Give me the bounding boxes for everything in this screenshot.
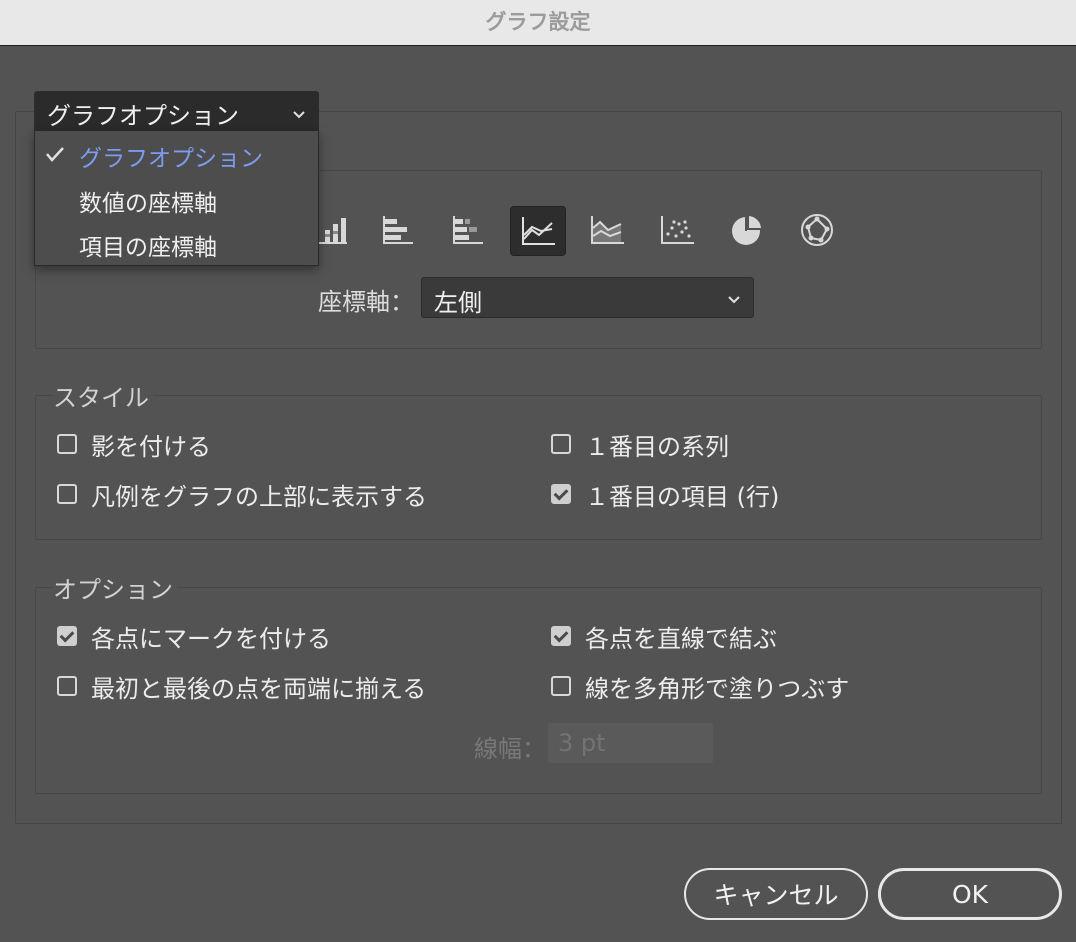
connect-lines-checkbox-row[interactable]: 各点を直線で結ぶ — [551, 621, 777, 653]
style-group-title: スタイル — [53, 378, 153, 413]
connect-lines-label: 各点を直線で結ぶ — [585, 624, 777, 653]
axis-label: 座標軸： — [318, 288, 414, 316]
mark-points-checkbox[interactable] — [57, 626, 77, 646]
first-item-checkbox-row[interactable]: １番目の項目 (行) — [551, 479, 780, 511]
fill-lines-checkbox[interactable] — [551, 676, 571, 696]
first-series-label: １番目の系列 — [585, 432, 729, 461]
menu-item-category-axis[interactable]: 項目の座標軸 — [79, 228, 217, 262]
scatter-chart-icon[interactable] — [650, 206, 704, 254]
shadow-label: 影を付ける — [91, 432, 211, 461]
first-series-checkbox[interactable] — [551, 434, 571, 454]
menu-item-value-axis[interactable]: 数値の座標軸 — [79, 184, 217, 218]
axis-select[interactable]: 左側 — [421, 277, 754, 318]
chevron-down-icon — [292, 105, 306, 124]
mark-points-label: 各点にマークを付ける — [91, 624, 331, 653]
first-item-label: １番目の項目 (行) — [585, 482, 780, 511]
fill-lines-label: 線を多角形で塗りつぶす — [585, 674, 850, 703]
line-width-label: 線幅： — [474, 735, 546, 763]
window-title: グラフ設定 — [485, 10, 591, 34]
section-select[interactable]: グラフオプション — [34, 91, 319, 132]
area-chart-icon[interactable] — [580, 206, 634, 254]
stacked-bar-chart-icon[interactable] — [440, 206, 494, 254]
first-item-checkbox[interactable] — [551, 484, 571, 504]
legend-top-label: 凡例をグラフの上部に表示する — [91, 482, 427, 511]
line-width-value: 3 pt — [558, 729, 606, 757]
pie-chart-icon[interactable] — [720, 206, 774, 254]
connect-lines-checkbox[interactable] — [551, 626, 571, 646]
shadow-checkbox-row[interactable]: 影を付ける — [57, 429, 211, 461]
mark-points-checkbox-row[interactable]: 各点にマークを付ける — [57, 621, 331, 653]
radar-chart-icon[interactable] — [790, 206, 844, 254]
fill-lines-checkbox-row[interactable]: 線を多角形で塗りつぶす — [551, 671, 850, 703]
shadow-checkbox[interactable] — [57, 434, 77, 454]
options-group-title: オプション — [53, 570, 177, 605]
section-select-value: グラフオプション — [47, 102, 239, 130]
first-series-checkbox-row[interactable]: １番目の系列 — [551, 429, 729, 461]
axis-select-value: 左側 — [434, 289, 482, 317]
line-width-field: 3 pt — [548, 723, 713, 763]
style-group — [35, 395, 1042, 540]
cancel-button[interactable]: キャンセル — [684, 868, 868, 920]
edge-to-edge-label: 最初と最後の点を両端に揃える — [91, 674, 427, 703]
title-bar: グラフ設定 — [0, 0, 1076, 46]
edge-to-edge-checkbox-row[interactable]: 最初と最後の点を両端に揃える — [57, 671, 427, 703]
checkmark-icon — [45, 145, 65, 167]
line-chart-icon[interactable] — [510, 206, 566, 256]
ok-button[interactable]: OK — [878, 868, 1062, 920]
legend-top-checkbox[interactable] — [57, 484, 77, 504]
edge-to-edge-checkbox[interactable] — [57, 676, 77, 696]
section-dropdown-menu: グラフオプション 数値の座標軸 項目の座標軸 — [34, 130, 319, 266]
chevron-down-icon — [727, 290, 741, 309]
legend-top-checkbox-row[interactable]: 凡例をグラフの上部に表示する — [57, 479, 427, 511]
bar-chart-icon[interactable] — [370, 206, 424, 254]
menu-item-graph-options[interactable]: グラフオプション — [79, 139, 263, 173]
